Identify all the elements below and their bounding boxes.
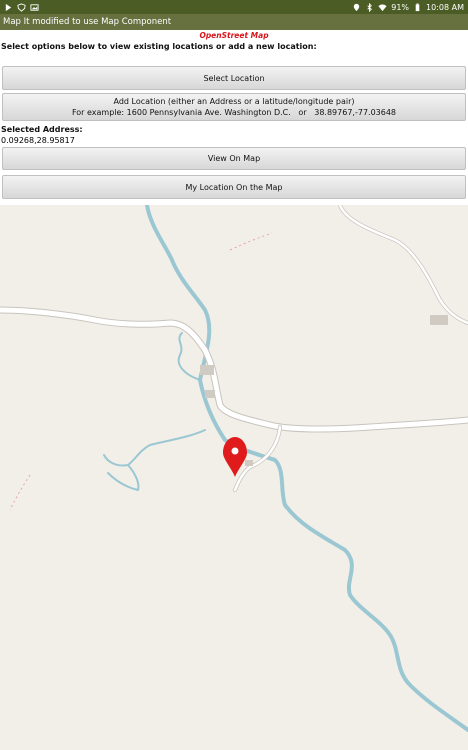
my-location-button[interactable]: My Location On the Map [2, 175, 466, 199]
map-view[interactable] [0, 205, 468, 750]
select-location-button[interactable]: Select Location [2, 66, 466, 90]
battery-icon [415, 2, 420, 11]
app-root: 91% 10:08 AM Map It modified to use Map … [0, 0, 468, 750]
view-on-map-label: View On Map [207, 154, 261, 163]
view-on-map-button[interactable]: View On Map [2, 147, 466, 170]
add-location-label: Add Location (either an Address or a lat… [113, 97, 355, 106]
shield-icon [17, 2, 26, 12]
image-icon [30, 3, 39, 11]
play-store-icon [5, 3, 12, 11]
wifi-icon [378, 3, 387, 11]
location-icon [354, 3, 360, 11]
selected-address-value: 0.09268,28.95817 [1, 136, 75, 145]
status-bar: 91% 10:08 AM [0, 0, 468, 14]
select-location-label: Select Location [203, 73, 265, 83]
selected-address-label: Selected Address: [1, 125, 83, 134]
battery-percentage: 91% [391, 2, 410, 12]
bluetooth-icon [367, 2, 373, 12]
app-title-bar: Map It modified to use Map Component [0, 14, 468, 30]
map-source-title: OpenStreet Map [199, 31, 269, 40]
add-location-example: For example: 1600 Pennsylvania Ave. Wash… [71, 108, 397, 117]
instructions-text: Select options below to view existing lo… [1, 42, 317, 51]
map-background [0, 205, 468, 750]
clock: 10:08 AM [426, 2, 464, 12]
add-location-button[interactable]: Add Location (either an Address or a lat… [2, 93, 466, 121]
my-location-label: My Location On the Map [185, 182, 283, 192]
